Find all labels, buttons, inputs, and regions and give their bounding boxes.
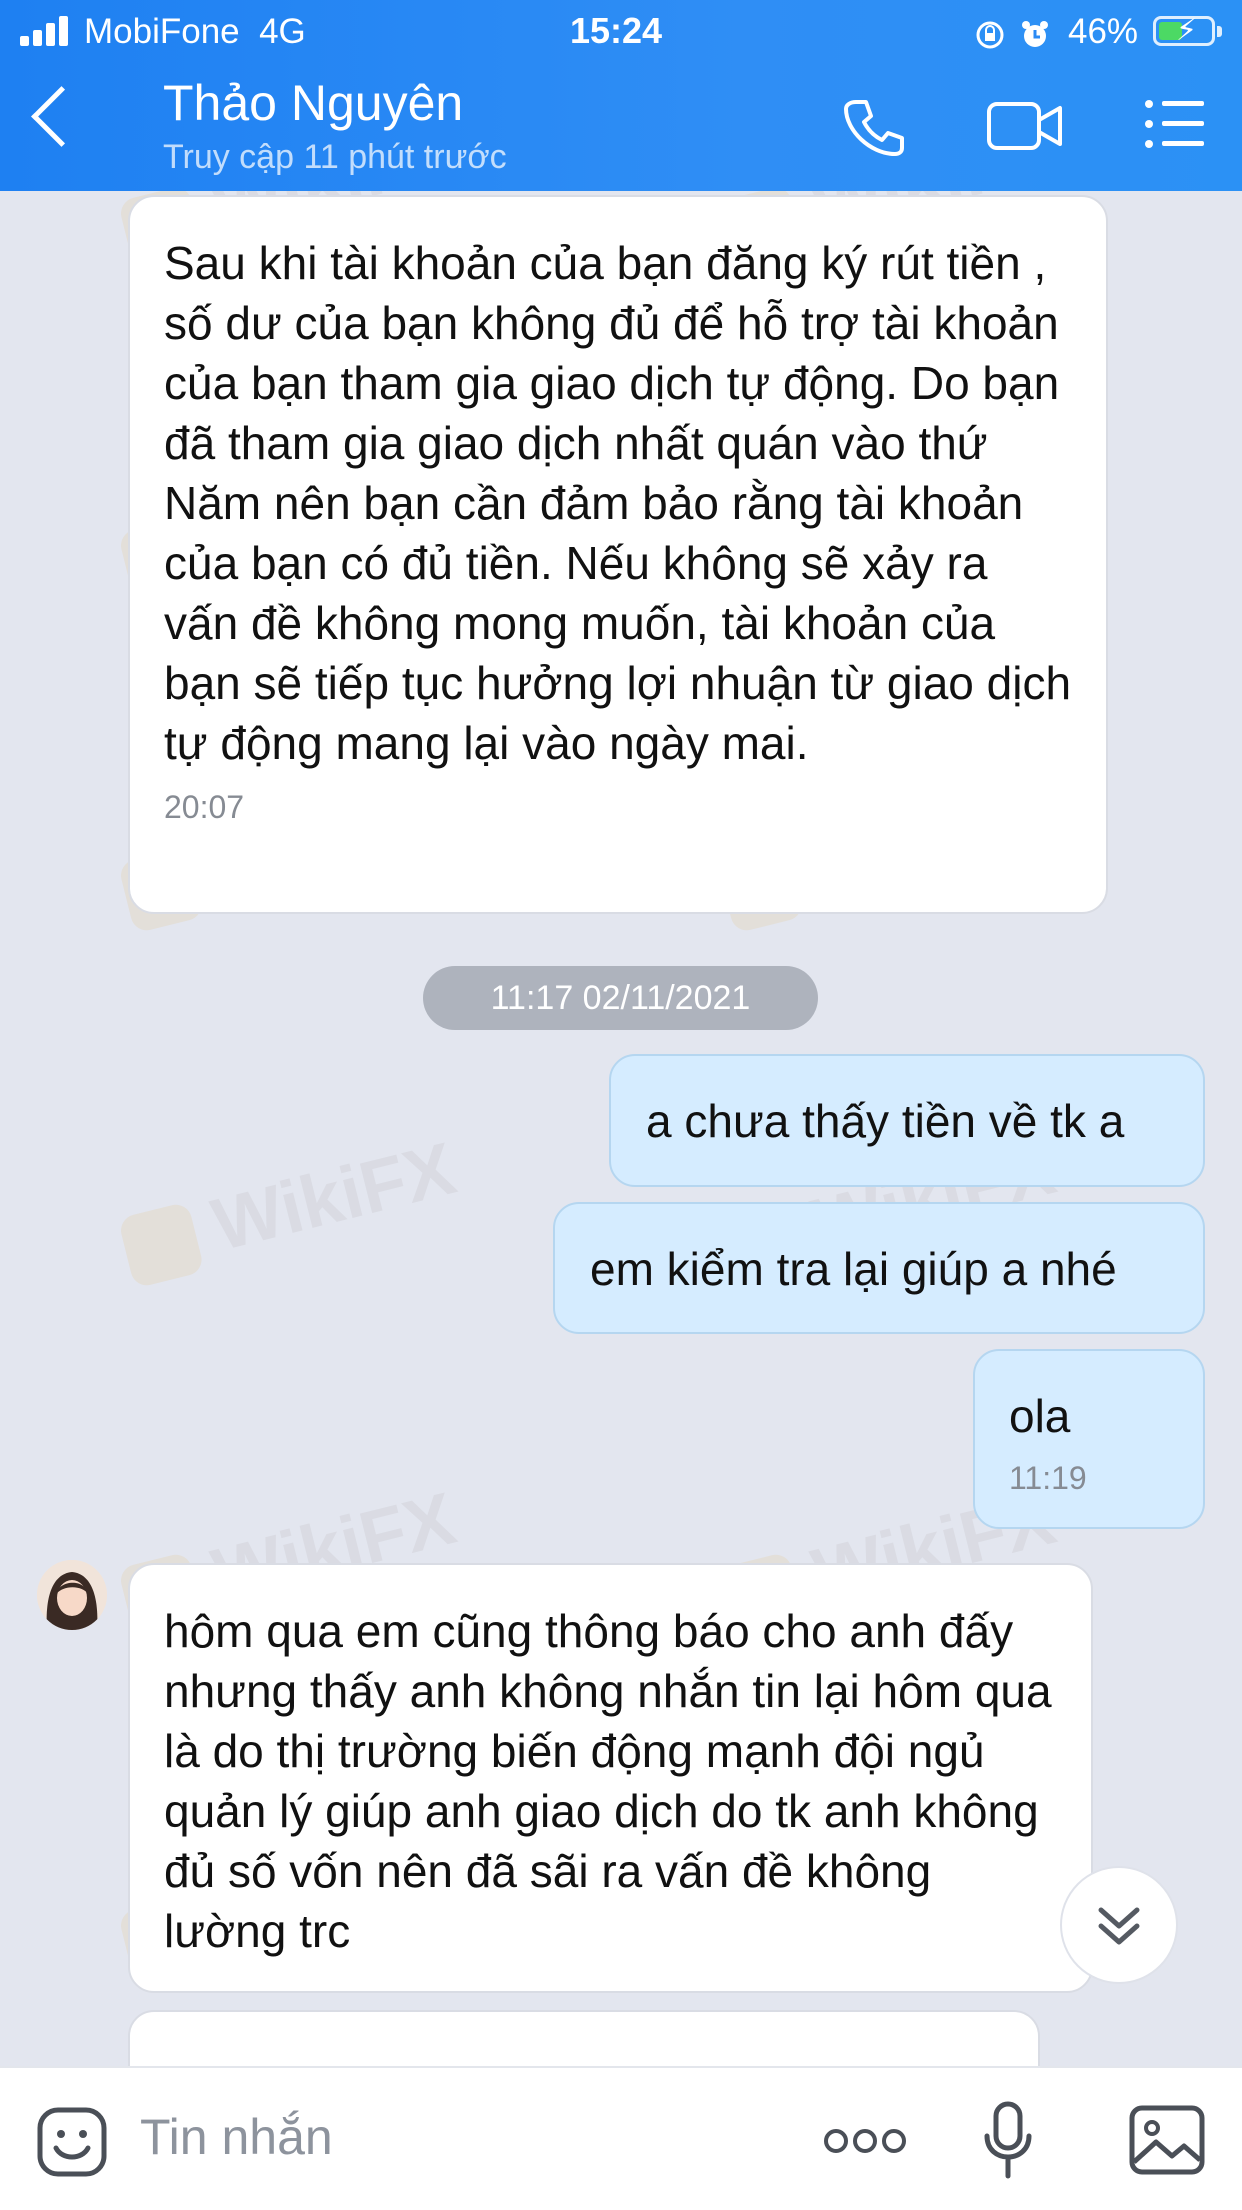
message-bubble-sent[interactable]: a chưa thấy tiền về tk a [609, 1054, 1205, 1187]
contact-name[interactable]: Thảo Nguyên [163, 74, 463, 132]
network-label: 4G [259, 12, 306, 51]
battery-percent: 46% [1068, 12, 1139, 51]
message-time: 20:07 [164, 789, 245, 825]
scroll-to-bottom-button[interactable] [1060, 1866, 1178, 1984]
sticker-icon[interactable] [36, 2106, 108, 2178]
message-bubble-received[interactable]: hôm qua em cũng thông báo cho anh đấy nh… [128, 1563, 1093, 1993]
message-time: 11:19 [1009, 1460, 1087, 1496]
message-text: Sau khi tài khoản của bạn đăng ký rút ti… [164, 237, 1072, 769]
watermark-logo-icon [117, 1201, 206, 1290]
status-time: 15:24 [570, 10, 663, 51]
date-separator: 11:17 02/11/2021 [423, 966, 818, 1030]
message-text: ola [1009, 1390, 1071, 1442]
watermark: WikiFX [115, 1125, 464, 1290]
alarm-icon [1021, 20, 1048, 47]
composer-bar [0, 2066, 1242, 2210]
message-text: em kiểm tra lại giúp a nhé [590, 1243, 1117, 1295]
message-text: a chưa thấy tiền về tk a [646, 1095, 1125, 1147]
message-bubble-received[interactable]: Sau khi tài khoản của bạn đăng ký rút ti… [128, 195, 1108, 914]
avatar-image [37, 1560, 107, 1630]
image-icon[interactable] [1128, 2104, 1206, 2176]
microphone-icon[interactable] [983, 2100, 1033, 2180]
message-input[interactable] [140, 2108, 740, 2166]
more-icon[interactable] [822, 2126, 908, 2156]
rotation-lock-icon [976, 21, 1004, 49]
battery-icon: ⚡ [1153, 14, 1215, 47]
menu-icon[interactable] [1144, 96, 1206, 152]
status-icons [975, 14, 1050, 51]
chat-header: MobiFone 4G 15:24 46% ⚡ Thảo Nguyên Truy… [0, 0, 1242, 191]
status-bar: MobiFone 4G 15:24 46% ⚡ [0, 0, 1242, 62]
chevron-double-down-icon [1098, 1907, 1140, 1945]
avatar[interactable] [37, 1560, 107, 1630]
message-text: hôm qua em cũng thông báo cho anh đấy nh… [164, 1605, 1052, 1957]
video-icon[interactable] [986, 96, 1064, 156]
message-bubble-sent[interactable]: em kiểm tra lại giúp a nhé [553, 1202, 1205, 1334]
back-icon[interactable] [31, 86, 92, 147]
phone-icon[interactable] [842, 96, 904, 158]
carrier-label: MobiFone 4G [84, 12, 306, 51]
message-bubble-sent[interactable]: ola 11:19 [973, 1349, 1205, 1529]
contact-last-seen: Truy cập 11 phút trước [163, 138, 507, 176]
